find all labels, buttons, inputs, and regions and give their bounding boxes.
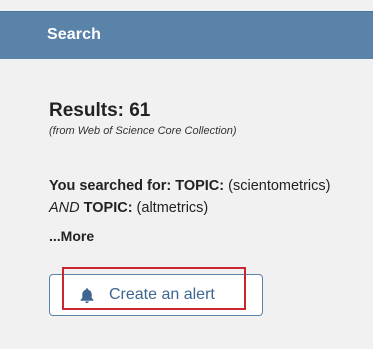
create-alert-label: Create an alert bbox=[109, 286, 215, 303]
query-term-2: (altmetrics) bbox=[132, 200, 209, 216]
query-prefix: You searched for: bbox=[49, 178, 176, 194]
search-query-summary: You searched for: TOPIC: (scientometrics… bbox=[49, 175, 349, 219]
more-link[interactable]: ...More bbox=[49, 228, 94, 244]
create-alert-button[interactable]: Create an alert bbox=[49, 274, 263, 316]
search-panel: Search Results: 61 (from Web of Science … bbox=[0, 0, 373, 349]
query-term-1: (scientometrics) bbox=[224, 178, 331, 194]
query-field-2: TOPIC: bbox=[79, 200, 133, 216]
panel-edge bbox=[373, 0, 379, 349]
results-source: (from Web of Science Core Collection) bbox=[49, 125, 237, 137]
header-title: Search bbox=[47, 26, 101, 43]
results-count: Results: 61 bbox=[49, 100, 151, 121]
top-strip bbox=[0, 0, 373, 11]
bell-icon bbox=[79, 287, 95, 304]
panel-header: Search bbox=[0, 11, 373, 59]
query-field-1: TOPIC: bbox=[175, 178, 225, 194]
query-operator: AND bbox=[49, 200, 80, 216]
